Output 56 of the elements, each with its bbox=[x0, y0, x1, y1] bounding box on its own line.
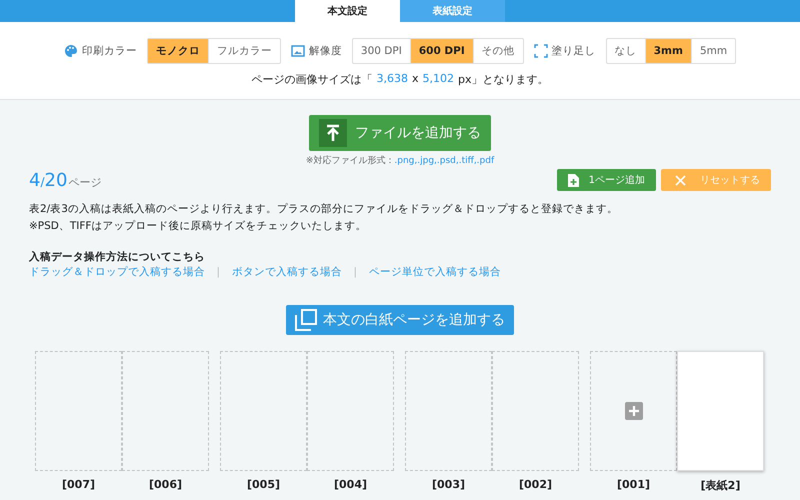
page-label: [006] bbox=[148, 478, 182, 491]
add-icon bbox=[624, 402, 642, 420]
page-separator: / bbox=[40, 174, 44, 188]
image-height: 5,102 bbox=[422, 72, 454, 87]
help-link[interactable]: ボタンで入稿する場合 bbox=[232, 265, 342, 279]
option-button[interactable]: 3mm bbox=[644, 39, 691, 63]
file-plus-icon bbox=[568, 174, 579, 186]
tab[interactable]: 本文設定 bbox=[295, 0, 400, 22]
option-button[interactable]: 300 DPI bbox=[352, 39, 410, 63]
upload-icon bbox=[319, 119, 347, 147]
palette-icon bbox=[64, 44, 78, 58]
page-unit: ページ bbox=[68, 174, 102, 190]
link-separator: ｜ bbox=[213, 265, 224, 279]
page-label: [表紙2] bbox=[700, 478, 740, 493]
image-size-text: px」となります。 bbox=[458, 72, 548, 87]
note-text: 表2/表3の入稿は表紙入稿のページより行えます。プラスの部分にファイルをドラッグ＆ドロップすると登録できます。 bbox=[29, 202, 619, 217]
page-drop-slot[interactable] bbox=[307, 351, 394, 471]
page-drop-slot[interactable] bbox=[35, 351, 122, 471]
page-label: [004] bbox=[334, 478, 368, 491]
help-title: 入稿データ操作方法についてこちら bbox=[29, 250, 206, 264]
option-button[interactable]: なし bbox=[606, 39, 645, 63]
add-page-button[interactable]: 1ページ追加 bbox=[556, 169, 656, 191]
formats-label: ※対応ファイル形式： bbox=[306, 156, 394, 166]
upload-button[interactable]: ファイルを追加する bbox=[309, 115, 491, 151]
option-button[interactable]: モノクロ bbox=[148, 39, 208, 63]
page-label: [007] bbox=[62, 478, 96, 491]
copy-pages-icon bbox=[295, 309, 317, 331]
formats-list: .png,.jpg,.psd,.tiff,.pdf bbox=[394, 156, 494, 166]
help-link[interactable]: ドラッグ＆ドロップで入稿する場合 bbox=[29, 265, 205, 279]
add-blank-page-button[interactable]: 本文の白紙ページを追加する bbox=[286, 305, 514, 335]
page-drop-slot[interactable] bbox=[220, 351, 307, 471]
link-separator: ｜ bbox=[350, 265, 361, 279]
page-current: 4 bbox=[29, 170, 40, 190]
option-button[interactable]: フルカラー bbox=[208, 39, 280, 63]
page-label: [001] bbox=[616, 478, 650, 491]
option-button[interactable]: 5mm bbox=[690, 39, 736, 63]
page-label: [003] bbox=[432, 478, 466, 491]
page-drop-slot[interactable] bbox=[405, 351, 492, 471]
times-sign: x bbox=[412, 72, 418, 87]
image-width: 3,638 bbox=[376, 72, 408, 87]
option-button[interactable]: 600 DPI bbox=[410, 39, 473, 63]
close-icon bbox=[675, 174, 686, 186]
image-icon bbox=[290, 44, 305, 58]
page-drop-slot[interactable] bbox=[492, 351, 579, 471]
option-button[interactable]: その他 bbox=[472, 39, 523, 63]
note-text: ※PSD、TIFFはアップロード後に原稿サイズをチェックいたします。 bbox=[29, 219, 368, 234]
page-label: [005] bbox=[246, 478, 280, 491]
bleed-frame-icon bbox=[534, 44, 548, 58]
setting-label: 印刷カラー bbox=[82, 44, 137, 58]
setting-label: 塗り足し bbox=[552, 44, 596, 58]
page-total: 20 bbox=[44, 170, 68, 190]
help-link[interactable]: ページ単位で入稿する場合 bbox=[369, 265, 501, 279]
page-drop-slot[interactable] bbox=[122, 351, 209, 471]
page-label: [002] bbox=[518, 478, 552, 491]
image-size-text: ページの画像サイズは「 bbox=[251, 72, 372, 87]
setting-label: 解像度 bbox=[308, 44, 342, 58]
